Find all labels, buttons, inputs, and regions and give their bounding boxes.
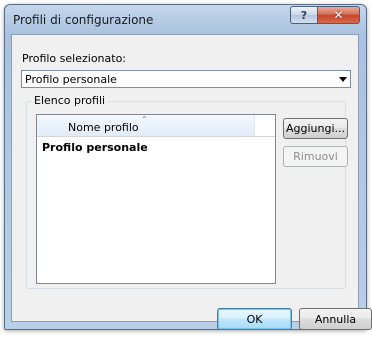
remove-profile-button[interactable]: Rimuovi [283, 146, 348, 167]
profile-listview[interactable]: ⌃ Nome profilo Profilo personale [36, 114, 276, 284]
ok-button[interactable]: OK [217, 308, 292, 330]
selected-profile-label: Profilo selezionato: [22, 52, 127, 65]
dialog-client-area: Profilo selezionato: Profilo personale E… [11, 34, 372, 330]
column-header-label: Nome profilo [68, 121, 139, 134]
dialog-frame: Profilo selezionato: Profilo personale E… [4, 4, 372, 330]
list-item[interactable]: Profilo personale [42, 141, 148, 154]
selected-profile-value: Profilo personale [25, 73, 117, 86]
cancel-button[interactable]: Annulla [299, 308, 372, 330]
sort-ascending-icon: ⌃ [141, 115, 148, 124]
add-profile-button[interactable]: Aggiungi... [283, 118, 348, 139]
profile-list-group-label: Elenco profili [32, 94, 108, 107]
chevron-down-icon [339, 77, 347, 82]
selected-profile-dropdown[interactable]: Profilo personale [21, 70, 351, 88]
column-header-profile-name[interactable]: ⌃ Nome profilo [37, 115, 255, 137]
column-header-filler [255, 115, 275, 137]
